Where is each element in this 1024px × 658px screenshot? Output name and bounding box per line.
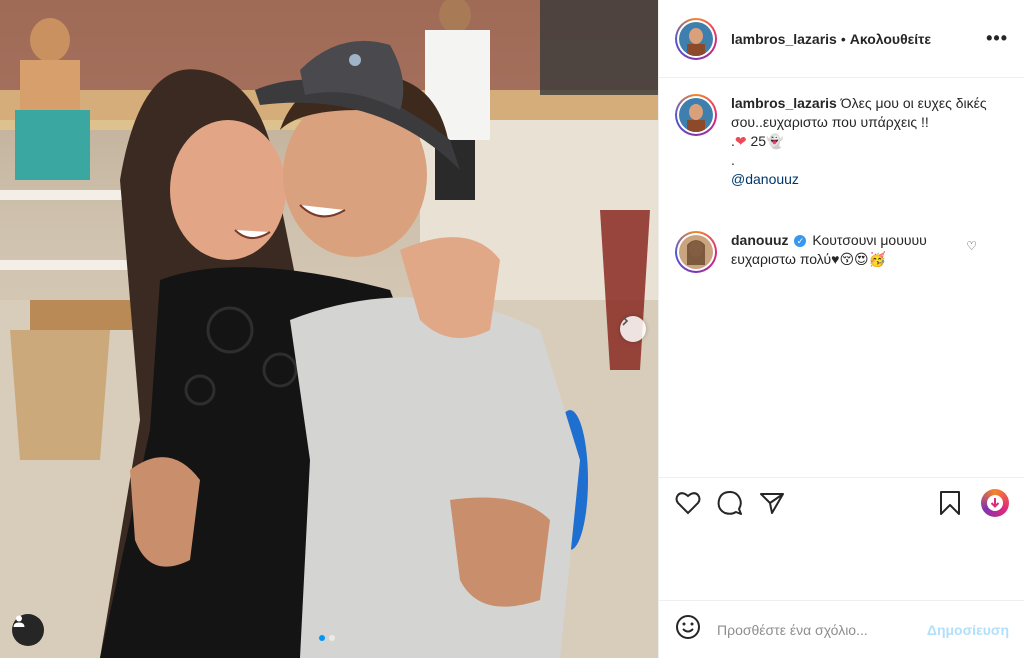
- more-options-button[interactable]: •••: [986, 28, 1008, 49]
- caption-username[interactable]: lambros_lazaris: [731, 95, 837, 111]
- post-header: lambros_lazaris • Ακολουθείτε •••: [659, 0, 1024, 78]
- header-separator: •: [840, 30, 846, 47]
- share-button[interactable]: [759, 491, 785, 515]
- download-icon: [987, 494, 1003, 511]
- comment-text: danouuz ✓ Κουτσουνι μουυυυ ευχαριστω πολ…: [731, 231, 991, 269]
- ghost-emoji: 👻: [766, 133, 784, 149]
- caption-mention[interactable]: @danouuz: [731, 171, 799, 187]
- comment-button[interactable]: [717, 490, 743, 516]
- caption-text: lambros_lazaris Όλες μου οι ευχες δικές …: [731, 94, 991, 189]
- comment-icon: [717, 490, 742, 515]
- comment-item: danouuz ✓ Κουτσουνι μουυυυ ευχαριστω πολ…: [675, 231, 1009, 273]
- save-button[interactable]: [939, 490, 961, 516]
- user-icon: [13, 615, 25, 627]
- caption-dot-line: .: [731, 152, 735, 168]
- caption-avatar[interactable]: [675, 94, 717, 136]
- avatar-image: [679, 98, 713, 132]
- carousel-dot-1: [319, 635, 325, 641]
- author-avatar[interactable]: [675, 17, 717, 60]
- emoji-picker-button[interactable]: [675, 614, 701, 645]
- carousel-dot-2: [329, 635, 335, 641]
- chevron-right-icon: [622, 316, 629, 326]
- heart-count: 25: [750, 133, 767, 149]
- comment-username[interactable]: danouuz: [731, 232, 789, 248]
- like-button[interactable]: [675, 491, 701, 515]
- post-comment-button[interactable]: Δημοσίευση: [927, 622, 1009, 638]
- carousel-indicators: [319, 635, 335, 641]
- author-username[interactable]: lambros_lazaris: [731, 31, 837, 47]
- tagged-users-button[interactable]: [12, 614, 44, 646]
- avatar-image: [679, 235, 713, 269]
- download-reel-button[interactable]: [981, 488, 1009, 517]
- post-actions: [659, 477, 1024, 527]
- caption: lambros_lazaris Όλες μου οι ευχες δικές …: [675, 94, 1009, 189]
- commenter-avatar[interactable]: [675, 231, 717, 273]
- verified-badge-icon: ✓: [794, 235, 807, 247]
- avatar-image: [679, 21, 713, 56]
- post-photo[interactable]: [0, 0, 658, 658]
- bookmark-icon: [940, 490, 960, 515]
- follow-button[interactable]: Ακολουθείτε: [850, 31, 931, 47]
- post-side-panel: lambros_lazaris • Ακολουθείτε ••• lambro…: [658, 0, 1024, 658]
- comment-input[interactable]: [717, 621, 907, 638]
- heart-icon: [675, 491, 701, 514]
- comment-emojis: ♥😚😍🥳: [831, 251, 887, 267]
- share-icon: [760, 492, 784, 514]
- add-comment-form: Δημοσίευση: [659, 600, 1024, 658]
- photo-image: [0, 0, 658, 658]
- smiley-icon: [676, 615, 700, 639]
- next-slide-button[interactable]: [620, 316, 646, 342]
- comment-like-heart-icon[interactable]: ♡: [966, 239, 977, 253]
- comments-list: lambros_lazaris Όλες μου οι ευχες δικές …: [659, 78, 1024, 478]
- heart-emoji: ❤: [734, 133, 747, 149]
